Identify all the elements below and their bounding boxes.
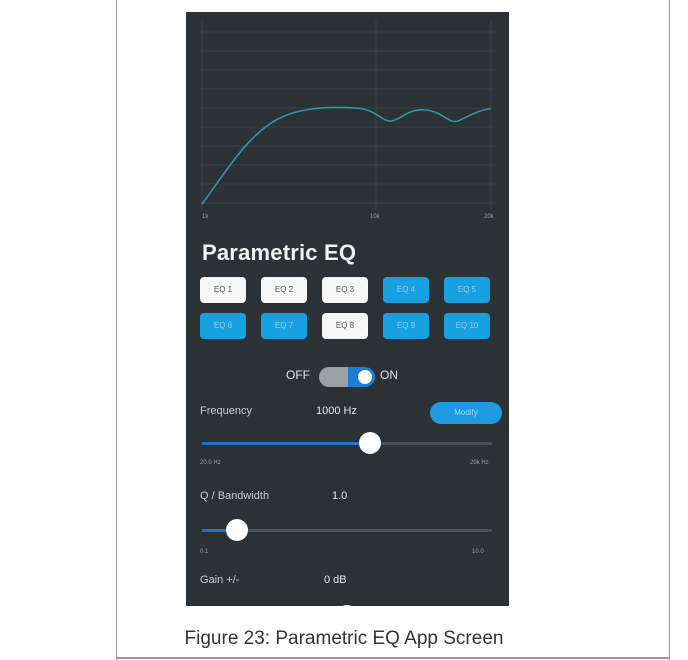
frequency-max-label: 20k Hz xyxy=(470,460,489,466)
q-max-label: 10.0 xyxy=(472,549,484,555)
gain-slider-thumb[interactable] xyxy=(336,605,358,606)
frequency-slider-fill xyxy=(202,442,371,445)
gain-value: 0 dB xyxy=(324,574,347,586)
eq-response-graph: 1k 10k 20k xyxy=(186,12,509,232)
q-bandwidth-label: Q / Bandwidth xyxy=(200,490,270,502)
q-bandwidth-value: 1.0 xyxy=(332,490,348,502)
x-label-1k: 1k xyxy=(202,214,209,220)
figure-frame-bottom xyxy=(116,657,670,659)
eq-button-8[interactable]: EQ 8 xyxy=(322,313,368,339)
eq-power-toggle-row: OFF ON xyxy=(186,366,509,387)
page-title: Parametric EQ xyxy=(202,240,357,265)
graph-grid xyxy=(200,20,494,210)
q-min-label: 0.1 xyxy=(200,549,209,555)
frequency-slider-thumb[interactable] xyxy=(359,432,382,454)
eq-button-6[interactable]: EQ 6 xyxy=(200,313,246,339)
toggle-on-label: ON xyxy=(380,368,398,382)
eq-button-1[interactable]: EQ 1 xyxy=(200,277,246,303)
eq-button-7[interactable]: EQ 7 xyxy=(261,313,307,339)
modify-button[interactable]: Modify xyxy=(430,402,502,424)
frequency-min-label: 20.0 Hz xyxy=(200,460,221,466)
app-screen: 1k 10k 20k Parametric EQ EQ 1 EQ 2 EQ 3 … xyxy=(186,12,509,606)
eq-response-svg: 1k 10k 20k xyxy=(200,20,495,220)
frequency-value: 1000 Hz xyxy=(316,405,357,417)
figure-caption: Figure 23: Parametric EQ App Screen xyxy=(184,628,504,649)
frequency-label: Frequency xyxy=(200,405,252,417)
eq-button-10[interactable]: EQ 10 xyxy=(444,313,490,339)
eq-button-4[interactable]: EQ 4 xyxy=(383,277,429,303)
eq-button-3[interactable]: EQ 3 xyxy=(322,277,368,303)
toggle-off-label: OFF xyxy=(286,368,310,382)
eq-button-9[interactable]: EQ 9 xyxy=(383,313,429,339)
eq-button-2[interactable]: EQ 2 xyxy=(261,277,307,303)
eq-power-toggle[interactable] xyxy=(319,367,375,387)
toggle-knob xyxy=(358,370,372,384)
eq-curve xyxy=(201,106,492,205)
eq-button-5[interactable]: EQ 5 xyxy=(444,277,490,303)
gain-label: Gain +/- xyxy=(200,574,240,586)
q-slider-thumb[interactable] xyxy=(225,519,248,541)
x-label-20k: 20k xyxy=(484,214,495,220)
x-label-10k: 10k xyxy=(370,214,381,220)
